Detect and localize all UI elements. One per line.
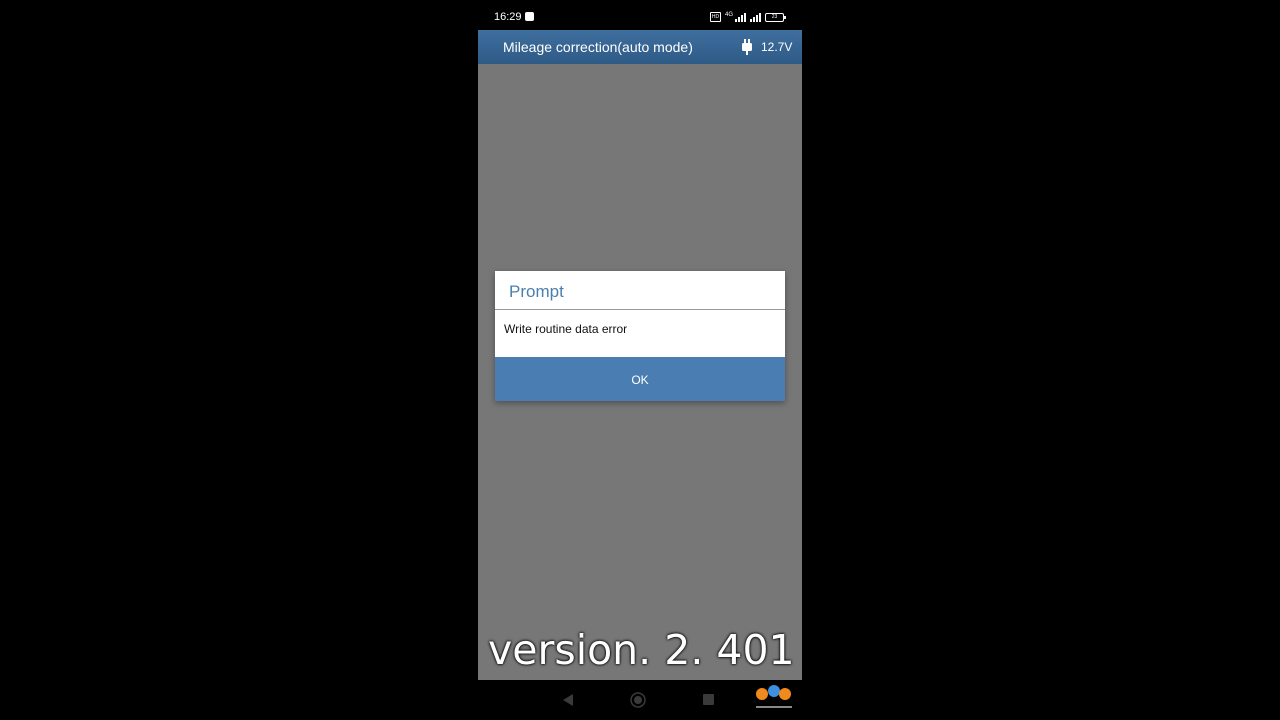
hd-icon: HD — [709, 12, 721, 22]
video-caption: version. 2. 401 — [488, 626, 795, 674]
ok-button[interactable]: OK — [495, 357, 785, 401]
signal-icon-2 — [750, 12, 761, 22]
obd-logo-icon — [756, 685, 792, 708]
navigation-bar — [478, 680, 802, 720]
prompt-dialog: Prompt Write routine data error OK — [495, 271, 785, 401]
plug-icon — [742, 39, 752, 55]
phone-screen: 16:29 HD 4G 23 Mileage correction(auto m… — [478, 0, 802, 720]
app-header: Mileage correction(auto mode) 12.7V — [478, 30, 802, 64]
signal-icon — [735, 12, 746, 22]
home-icon[interactable] — [630, 692, 646, 708]
voltage-readout: 12.7V — [761, 40, 793, 54]
dialog-title: Prompt — [509, 282, 564, 301]
page-title: Mileage correction(auto mode) — [503, 39, 693, 55]
status-time: 16:29 — [494, 11, 522, 23]
dialog-message: Write routine data error — [504, 322, 628, 336]
battery-icon: 23 — [765, 12, 786, 22]
back-icon[interactable] — [562, 693, 574, 707]
notification-icon — [525, 12, 534, 21]
recent-apps-icon[interactable] — [703, 694, 714, 705]
dialog-divider — [495, 309, 785, 310]
modal-backdrop: Prompt Write routine data error OK — [478, 64, 802, 680]
status-icons: HD 4G 23 — [709, 11, 786, 23]
network-type-label: 4G — [724, 12, 733, 18]
status-bar: 16:29 HD 4G 23 — [478, 0, 802, 30]
